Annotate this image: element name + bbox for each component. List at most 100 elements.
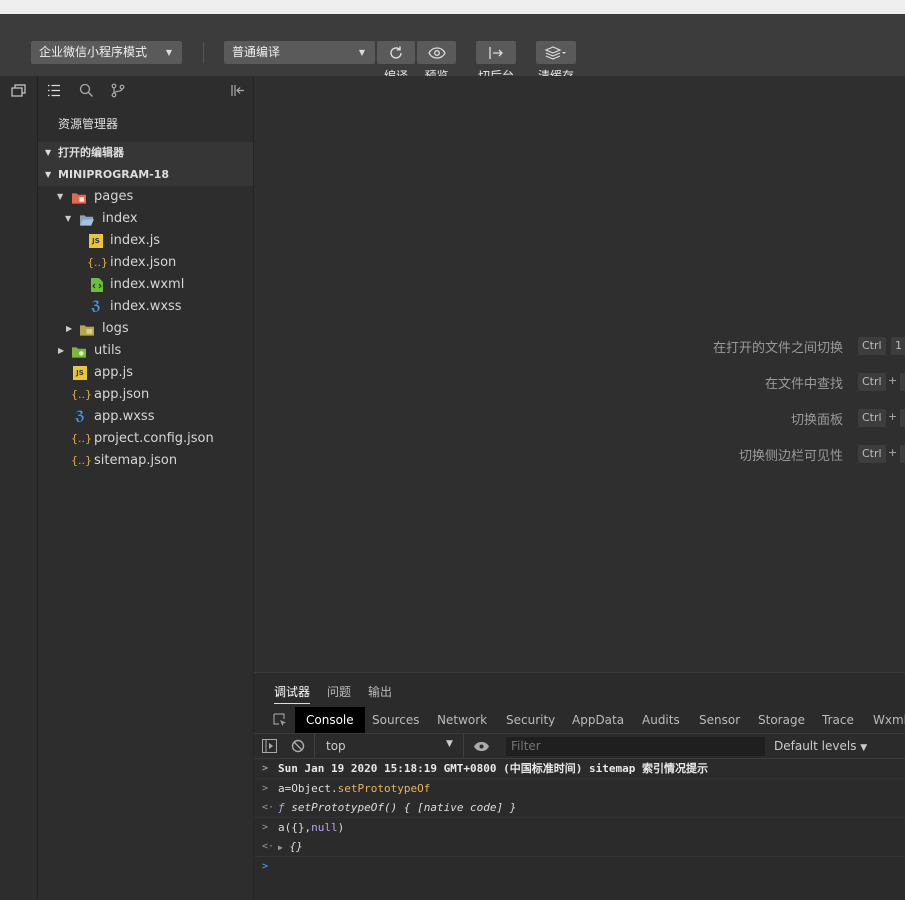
tab-wxml[interactable]: Wxml <box>873 707 905 733</box>
tree-item-logs[interactable]: ▶ logs <box>38 318 253 340</box>
tree-item-app-js[interactable]: JS app.js <box>38 362 253 384</box>
result-arrow-icon: <· <box>262 802 275 813</box>
compile-button[interactable] <box>377 41 415 64</box>
console-result-line: <· ƒ setPrototypeOf() { [native code] } <box>254 798 905 818</box>
clear-cache-button[interactable] <box>536 41 576 64</box>
tree-item-index-wxss[interactable]: ℨ index.wxss <box>38 296 253 318</box>
console-text: Sun Jan 19 2020 15:18:19 GMT+0800 (中国标准时… <box>278 762 709 775</box>
eye-icon[interactable] <box>473 741 490 752</box>
tab-network[interactable]: Network <box>437 707 487 733</box>
toolbar-divider <box>314 734 315 758</box>
chevron-right-icon: > <box>262 763 269 774</box>
console-toolbar: top ▼ Default levels ▼ <box>254 733 905 759</box>
tree-item-sitemap[interactable]: {..} sitemap.json <box>38 450 253 472</box>
toolbar-divider <box>203 42 204 63</box>
debug-tabs: 调试器 问题 输出 <box>254 673 905 707</box>
chevron-down-icon: ▼ <box>45 170 52 179</box>
tree-item-app-wxss[interactable]: ℨ app.wxss <box>38 406 253 428</box>
kbd-key: Ctrl <box>858 445 886 463</box>
folder-utils-icon <box>72 347 86 358</box>
console-text: setPrototypeOf() { [native code] } <box>291 801 517 814</box>
console-text: ) <box>337 820 345 834</box>
tab-sources[interactable]: Sources <box>372 707 419 733</box>
tree-item-label: index.js <box>110 233 161 248</box>
json-file-icon: {..} <box>71 388 92 401</box>
tree-item-label: pages <box>94 189 134 204</box>
devtools-panel-tabs: Console Sources Network Security AppData… <box>254 707 905 733</box>
console-text: null <box>311 820 338 834</box>
tab-output[interactable]: 输出 <box>368 683 392 700</box>
context-select[interactable]: top <box>326 739 346 753</box>
tab-console[interactable]: Console <box>295 707 365 733</box>
chevron-down-icon: ▼ <box>45 148 52 157</box>
tree-item-pages[interactable]: ▼ pages <box>38 186 253 208</box>
open-editors-section[interactable]: ▼ 打开的编辑器 <box>38 142 253 164</box>
js-file-icon: JS <box>89 234 103 248</box>
open-editors-label: 打开的编辑器 <box>58 146 124 159</box>
tree-item-utils[interactable]: ▶ utils <box>38 340 253 362</box>
toolbar-divider <box>463 734 464 758</box>
tree-item-index-json[interactable]: {..} index.json <box>38 252 253 274</box>
tab-security[interactable]: Security <box>506 707 555 733</box>
compile-select[interactable]: 普通编译 ▼ <box>224 41 375 64</box>
clear-console-icon[interactable] <box>291 739 305 753</box>
tree-item-index-js[interactable]: JS index.js <box>38 230 253 252</box>
tab-trace[interactable]: Trace <box>822 707 854 733</box>
inspect-element-icon[interactable] <box>273 713 287 727</box>
preview-button[interactable] <box>417 41 456 64</box>
chevron-down-icon: ▼ <box>446 739 453 749</box>
wxss-file-icon: ℨ <box>91 299 101 314</box>
explorer-title: 资源管理器 <box>58 117 119 131</box>
tab-audits[interactable]: Audits <box>642 707 680 733</box>
filter-input[interactable] <box>506 737 765 756</box>
chevron-down-icon: ▼ <box>165 48 172 57</box>
windows-icon[interactable] <box>11 84 27 98</box>
kbd-plus: + <box>888 410 898 423</box>
hint-label: 切换面板 <box>790 413 843 428</box>
console-input-line: > a=Object.setPrototypeOf <box>254 779 905 799</box>
chevron-right-icon: ▶ <box>58 346 65 355</box>
kbd-key: 1 <box>891 337 905 355</box>
kbd-key <box>900 409 905 427</box>
tree-item-index-wxml[interactable]: index.wxml <box>38 274 253 296</box>
console-input-line: > a({},null) <box>254 818 905 838</box>
chevron-down-icon: ▼ <box>65 214 72 223</box>
console-prompt[interactable]: > <box>254 857 905 879</box>
tree-item-app-json[interactable]: {..} app.json <box>38 384 253 406</box>
chevron-down-icon: ▼ <box>57 192 64 201</box>
result-arrow-icon: <· <box>262 841 275 852</box>
console-text: {} <box>289 840 303 853</box>
background-button[interactable] <box>476 41 516 64</box>
activity-bar <box>0 76 38 900</box>
sidebar-toggle-icon[interactable] <box>262 739 277 753</box>
kbd-key: Ctrl <box>858 373 886 391</box>
editor-area: 在打开的文件之间切换 Ctrl 1 在文件中查找 Ctrl + 切换面板 Ctr… <box>254 76 905 672</box>
toolbar: 企业微信小程序模式 ▼ 普通编译 ▼ 编译 预览 切后台 清缓存 <box>0 14 905 83</box>
tab-sensor[interactable]: Sensor <box>699 707 740 733</box>
tree-item-project-config[interactable]: {..} project.config.json <box>38 428 253 450</box>
tab-problems[interactable]: 问题 <box>327 683 351 700</box>
console-result-line[interactable]: <· ▶ {} <box>254 837 905 857</box>
levels-select[interactable]: Default levels ▼ <box>774 739 867 753</box>
mode-select[interactable]: 企业微信小程序模式 ▼ <box>31 41 182 64</box>
tab-debugger[interactable]: 调试器 <box>274 683 311 704</box>
collapse-sidebar-icon[interactable] <box>231 84 245 97</box>
tree-item-label: sitemap.json <box>94 453 178 468</box>
console-message[interactable]: > Sun Jan 19 2020 15:18:19 GMT+0800 (中国标… <box>254 759 905 779</box>
console-text: a({}, <box>278 820 312 834</box>
kbd-key <box>900 445 905 463</box>
source-control-icon[interactable] <box>111 83 125 98</box>
tree-item-index[interactable]: ▼ index <box>38 208 253 230</box>
tab-storage[interactable]: Storage <box>758 707 805 733</box>
hint-label: 在文件中查找 <box>764 377 843 392</box>
kbd-plus: + <box>888 374 898 387</box>
explorer-sidebar: 资源管理器 ▼ 打开的编辑器 ▼ MINIPROGRAM-18 ▼ pages … <box>38 76 254 900</box>
json-file-icon: {..} <box>71 432 92 445</box>
console-text: a=Object. <box>278 781 338 795</box>
explorer-icon[interactable] <box>47 84 61 97</box>
project-section[interactable]: ▼ MINIPROGRAM-18 <box>38 164 253 186</box>
tab-appdata[interactable]: AppData <box>572 707 624 733</box>
function-glyph: ƒ <box>278 801 285 814</box>
refresh-icon <box>390 46 402 59</box>
search-icon[interactable] <box>79 83 94 98</box>
